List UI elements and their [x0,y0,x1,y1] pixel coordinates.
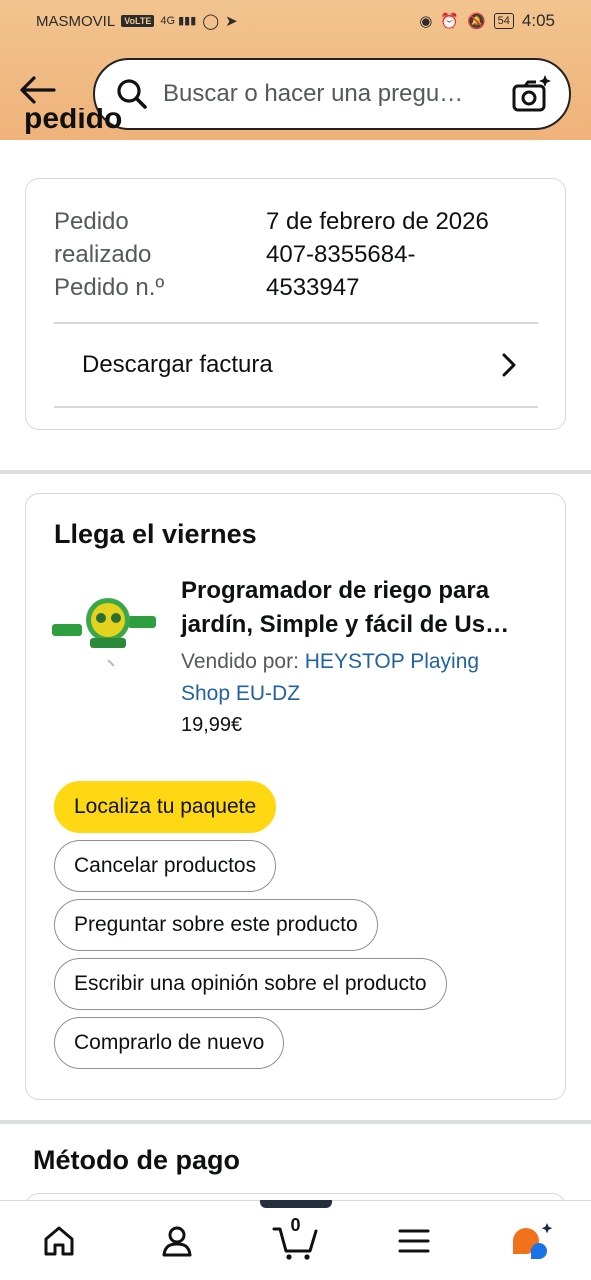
cancel-items-button[interactable]: Cancelar productos [54,840,277,892]
search-input[interactable]: Buscar o hacer una pregu… [163,80,509,108]
nav-cart[interactable]: 0 [265,1211,325,1271]
active-tab-indicator [260,1200,332,1208]
ask-product-question-button[interactable]: Preguntar sobre este producto [54,899,378,951]
carrier-label: MASMOVIL [36,12,116,30]
nav-home[interactable] [29,1211,89,1271]
signal-icon: 4G ▮▮▮ [160,14,197,27]
section-separator [0,1120,591,1124]
product-price: 19,99€ [181,714,243,736]
page-title: pedido [24,108,123,135]
cart-count: 0 [290,1214,301,1235]
track-package-button[interactable]: Localiza tu paquete [54,781,277,833]
download-invoice-row[interactable]: Descargar factura [54,323,538,407]
status-bar: MASMOVIL VoLTE 4G ▮▮▮ ◯ ➤ ◉ ⏰ 🔕 54 4:05 [0,0,591,42]
nav-account[interactable] [147,1211,207,1271]
payment-method-heading: Método de pago [33,1145,240,1175]
telegram-icon: ➤ [225,12,238,30]
order-number-part1: 407-8355684- [266,241,416,268]
whatsapp-icon: ◯ [202,12,220,30]
eye-icon: ◉ [419,12,433,30]
write-review-button[interactable]: Escribir una opinión sobre el producto [54,958,447,1010]
seller-link[interactable]: HEYSTOP Playing [305,650,479,673]
clock: 4:05 [521,11,555,30]
nav-rufus[interactable] [502,1211,562,1271]
nav-menu[interactable] [384,1211,444,1271]
mute-icon: 🔕 [466,12,486,30]
order-info-card: Pedido realizado Pedido n.º 7 de febrero… [25,178,566,430]
order-number-part2: 4533947 [266,274,360,301]
menu-icon [398,1229,430,1252]
order-values: 7 de febrero de 2026 407-8355684- 453394… [266,205,489,304]
arrival-heading: Llega el viernes [54,519,257,549]
back-button[interactable] [18,72,58,108]
volte-badge: VoLTE [121,15,155,27]
search-icon [117,79,147,109]
alarm-icon: ⏰ [440,12,459,30]
seller-info: Vendido por: HEYSTOP Playing Shop EU-DZ [181,650,480,705]
home-icon [44,1226,74,1255]
buy-again-button[interactable]: Comprarlo de nuevo [54,1017,285,1069]
back-arrow-icon [20,76,56,104]
chevron-right-icon [502,353,516,377]
bottom-navigation: 0 [0,1200,591,1280]
order-labels: Pedido realizado Pedido n.º [54,208,165,301]
product-title-link[interactable]: Programador de riego para jardín, Simple… [181,574,551,642]
seller-link-cont[interactable]: Shop EU-DZ [181,682,300,705]
section-separator [0,470,591,474]
order-date: 7 de febrero de 2026 [266,208,489,235]
camera-search-icon[interactable] [509,72,553,116]
account-icon [162,1226,192,1256]
download-invoice-label: Descargar factura [82,351,273,378]
search-bar[interactable]: Buscar o hacer una pregu… [93,58,571,130]
divider [54,406,538,408]
battery-icon: 54 [493,13,514,29]
shipment-card: Llega el viernes Programador de riego pa… [25,493,566,1100]
product-image[interactable] [50,584,160,674]
rufus-icon [512,1222,553,1259]
